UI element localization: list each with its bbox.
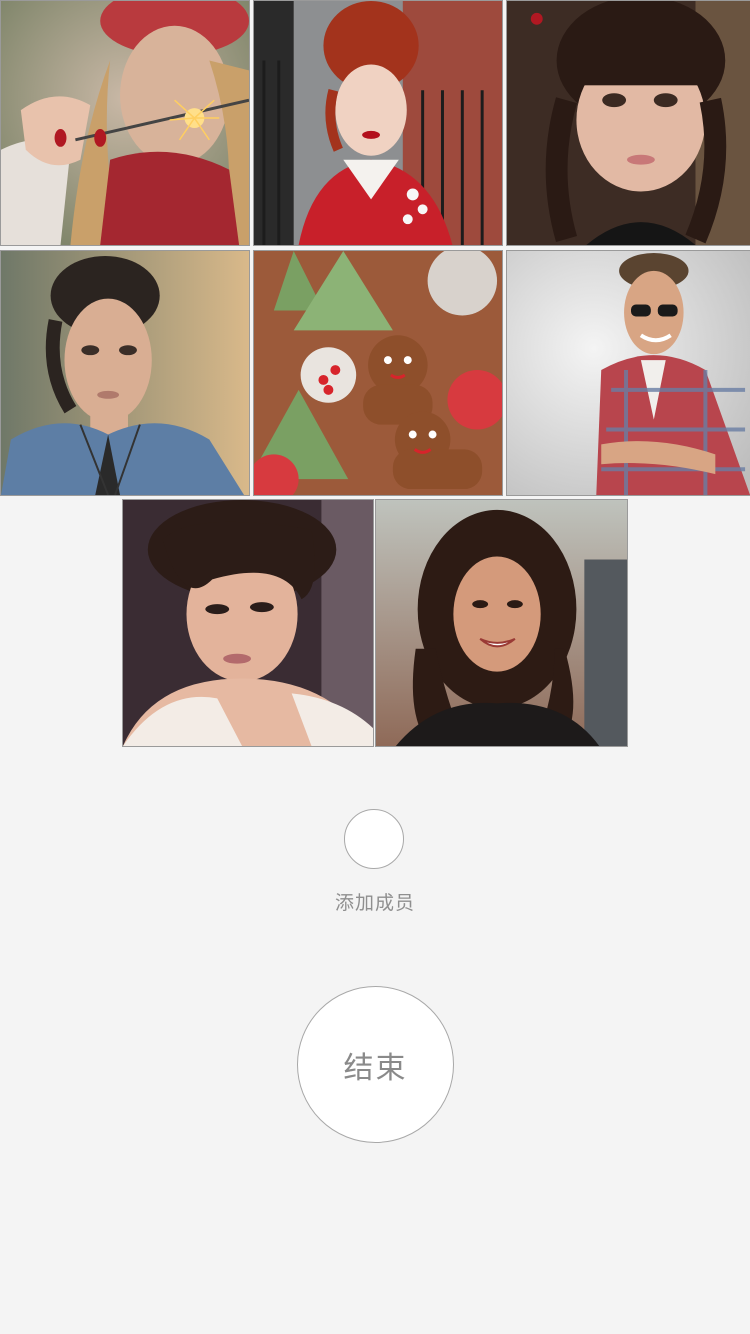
smiling-woman-photo (376, 500, 627, 746)
member-photo-1[interactable] (0, 0, 250, 246)
woman-with-sparkler-photo (1, 1, 249, 245)
end-button-label: 结束 (343, 1050, 408, 1086)
woman-denim-jacket-photo (1, 251, 249, 495)
add-member-button[interactable] (344, 809, 404, 869)
member-photo-2[interactable] (253, 0, 503, 246)
girl-with-braids-photo (507, 1, 750, 245)
member-photo-4[interactable] (0, 250, 250, 496)
member-photo-3[interactable] (506, 0, 750, 246)
man-sunglasses-plaid-photo (507, 251, 750, 495)
short-haired-woman-photo (123, 500, 373, 746)
red-haired-woman-photo (254, 1, 502, 245)
add-member-label: 添加成员 (334, 892, 415, 914)
end-button[interactable]: 结束 (297, 986, 454, 1143)
member-photo-6[interactable] (506, 250, 750, 496)
member-photo-8[interactable] (375, 499, 628, 747)
member-photo-5[interactable] (253, 250, 503, 496)
gingerbread-cookies-photo (254, 251, 502, 495)
member-photo-7[interactable] (122, 499, 374, 747)
